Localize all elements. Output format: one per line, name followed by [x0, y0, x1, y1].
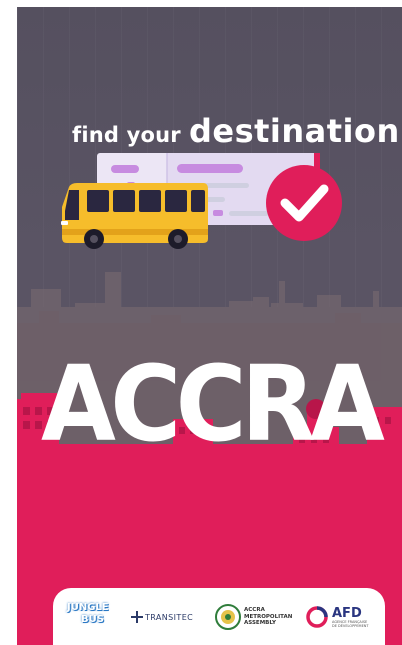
afd-name: AFD — [332, 605, 362, 621]
afd-logo: AFD AGENCE FRANÇAISE DE DÉVELOPPEMENT — [305, 602, 377, 632]
transitec-logo: TRANSITEC — [131, 602, 209, 632]
junglebus-line1: JUNGLE — [67, 602, 109, 613]
ama-line3: ASSEMBLY — [244, 620, 276, 627]
ama-seal-icon — [215, 604, 241, 630]
city-name: ACCRA — [41, 343, 385, 465]
transitec-name: TRANSITEC — [145, 612, 194, 622]
splash-screen: find your destination ACCRA JUNGLE BUS T… — [17, 7, 402, 645]
partner-logos-bar: JUNGLE BUS TRANSITEC ACCRA METROPOLITAN … — [53, 588, 385, 645]
ama-logo: ACCRA METROPOLITAN ASSEMBLY — [215, 602, 299, 632]
transitec-cross-icon — [131, 611, 143, 623]
afd-sub1: AGENCE FRANÇAISE — [332, 619, 368, 624]
bus-icon — [61, 183, 208, 249]
checkmark-icon — [266, 165, 342, 241]
junglebus-logo: JUNGLE BUS — [67, 602, 121, 632]
junglebus-line2: BUS — [81, 614, 104, 625]
afd-sub2: DE DÉVELOPPEMENT — [332, 623, 369, 628]
afd-ring-icon — [306, 606, 328, 628]
